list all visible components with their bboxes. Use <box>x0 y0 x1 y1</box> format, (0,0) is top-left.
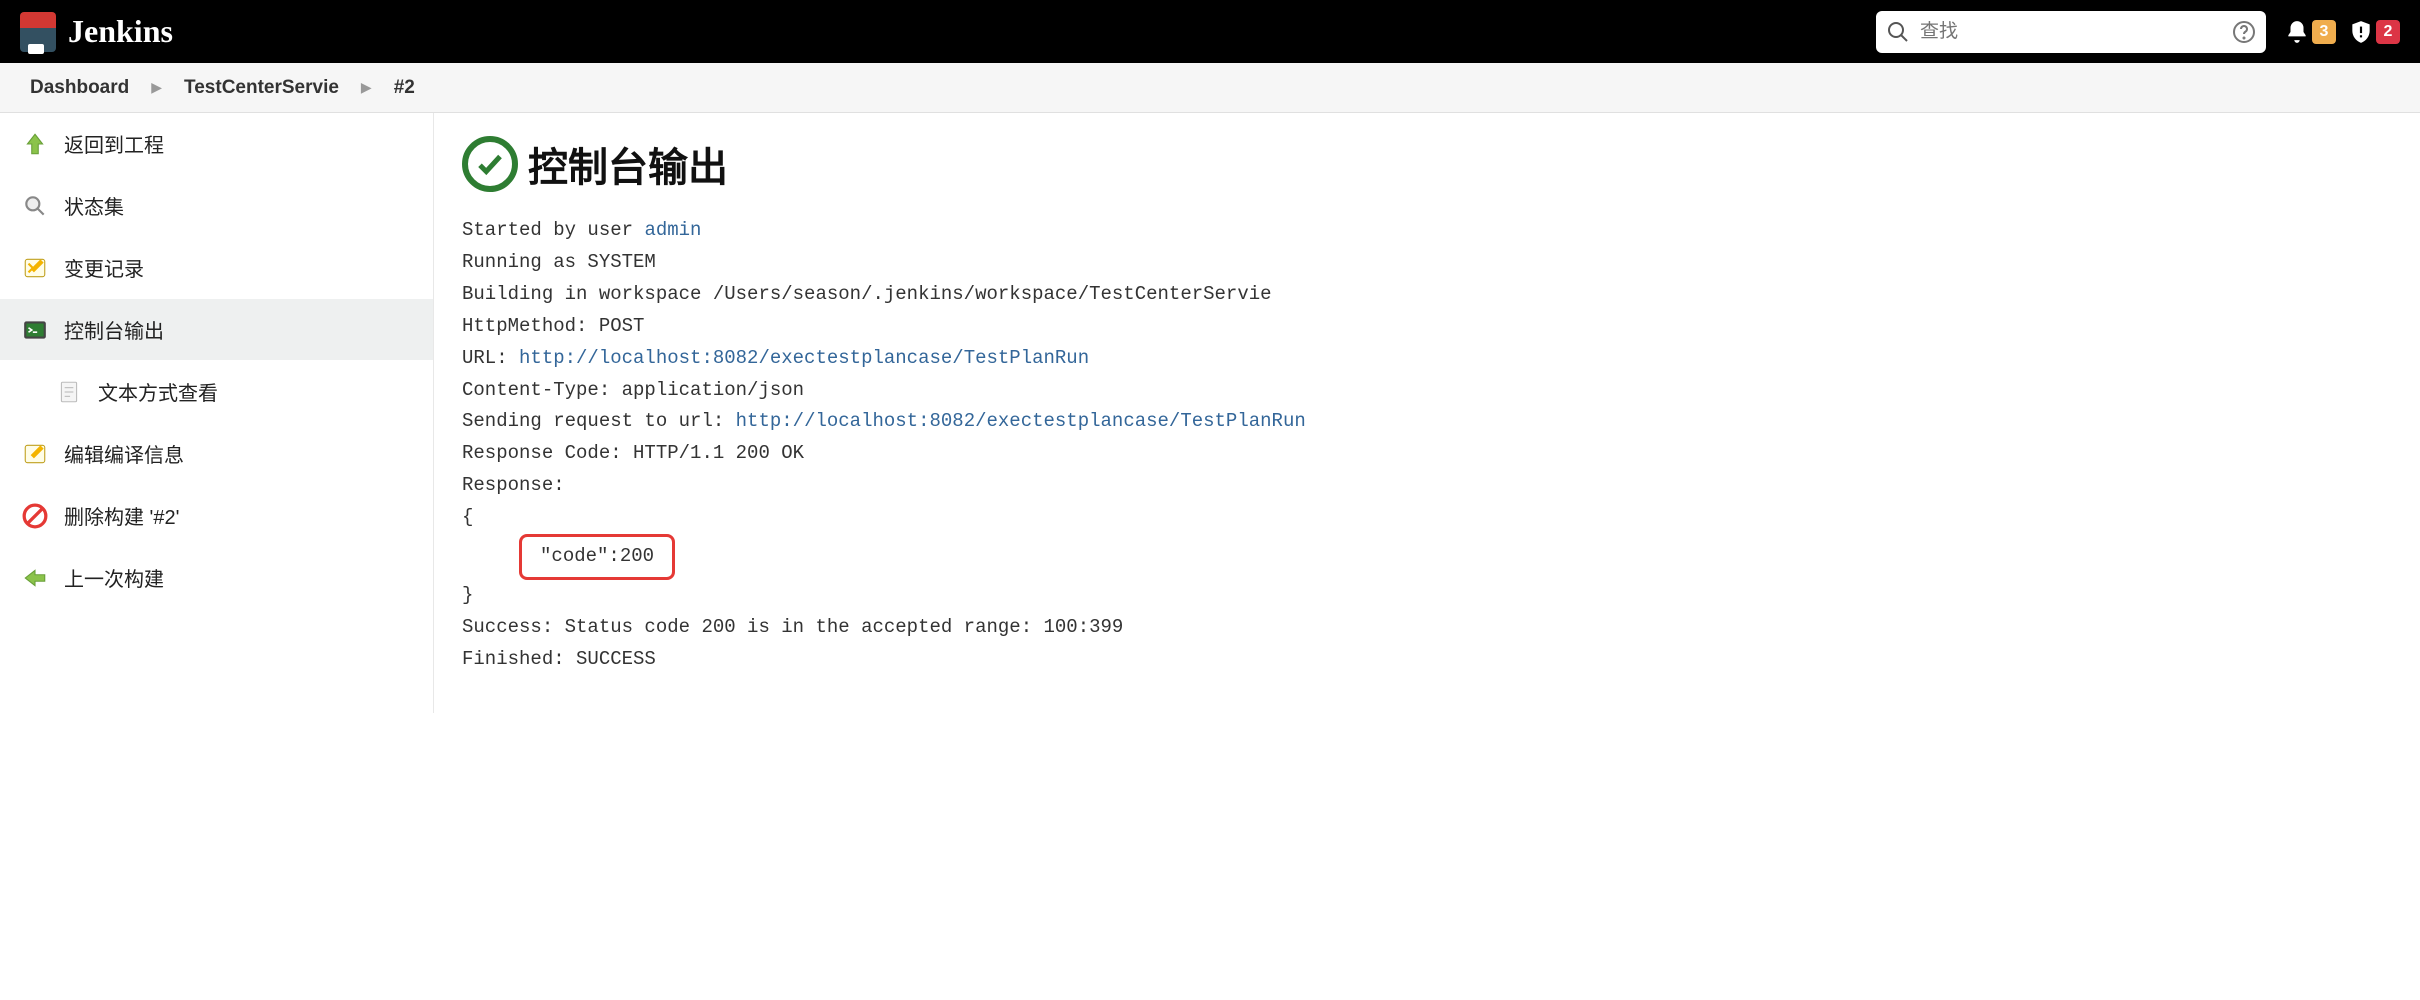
search-input[interactable] <box>1876 11 2266 53</box>
console-text: Building in workspace /Users/season/.jen… <box>462 283 1272 305</box>
magnifier-icon <box>22 193 48 219</box>
sidebar-item-delete-build[interactable]: 删除构建 '#2' <box>0 485 433 547</box>
sidebar-item-label: 变更记录 <box>64 253 144 282</box>
document-icon <box>56 379 82 405</box>
console-text: { <box>462 506 473 528</box>
bell-icon <box>2284 19 2310 45</box>
sidebar-item-changes[interactable]: 变更记录 <box>0 237 433 299</box>
notifications-cluster[interactable]: 3 <box>2284 19 2336 45</box>
console-output: Started by user admin Running as SYSTEM … <box>462 215 2392 676</box>
help-icon[interactable] <box>2232 20 2256 44</box>
arrow-up-icon <box>22 131 48 157</box>
console-text: Sending request to url: <box>462 410 736 432</box>
sidebar-item-label: 状态集 <box>64 191 124 220</box>
shield-alert-icon <box>2348 19 2374 45</box>
main-content: 控制台输出 Started by user admin Running as S… <box>434 113 2420 713</box>
brand-title: Jenkins <box>68 13 173 50</box>
console-text: Finished: SUCCESS <box>462 648 656 670</box>
console-url-link[interactable]: http://localhost:8082/exectestplancase/T… <box>736 410 1306 432</box>
search-icon <box>1886 20 1910 44</box>
console-text: } <box>462 584 473 606</box>
breadcrumb-project[interactable]: TestCenterServie <box>184 77 339 99</box>
notifications-badge: 3 <box>2312 20 2336 44</box>
sidebar-item-label: 上一次构建 <box>64 563 164 592</box>
breadcrumb-build[interactable]: #2 <box>394 77 415 99</box>
notepad-icon <box>22 441 48 467</box>
console-text: Response: <box>462 474 576 496</box>
console-user-link[interactable]: admin <box>644 219 701 241</box>
sidebar-item-plaintext[interactable]: 文本方式查看 <box>0 361 433 423</box>
sidebar-item-label: 控制台输出 <box>64 315 164 344</box>
sidebar-item-label: 编辑编译信息 <box>64 439 184 468</box>
sidebar-item-status[interactable]: 状态集 <box>0 175 433 237</box>
sidebar-item-edit-build[interactable]: 编辑编译信息 <box>0 423 433 485</box>
page-title-row: 控制台输出 <box>462 135 2392 193</box>
sidebar: 返回到工程 状态集 变更记录 控制台输出 文本方式查看 <box>0 113 434 713</box>
console-text: Started by user <box>462 219 644 241</box>
sidebar-item-console[interactable]: 控制台输出 <box>0 299 433 361</box>
console-text: Content-Type: application/json <box>462 379 804 401</box>
page-title: 控制台输出 <box>528 135 728 193</box>
status-success-icon <box>462 136 518 192</box>
brand-area[interactable]: Jenkins <box>20 12 173 52</box>
breadcrumb: Dashboard ▶ TestCenterServie ▶ #2 <box>0 63 2420 113</box>
console-url-link[interactable]: http://localhost:8082/exectestplancase/T… <box>519 347 1089 369</box>
console-text: URL: <box>462 347 519 369</box>
console-text: HttpMethod: POST <box>462 315 644 337</box>
sidebar-item-label: 返回到工程 <box>64 129 164 158</box>
arrow-left-icon <box>22 565 48 591</box>
alerts-badge: 2 <box>2376 20 2400 44</box>
console-text: Success: Status code 200 is in the accep… <box>462 616 1123 638</box>
top-header: Jenkins 3 2 <box>0 0 2420 63</box>
sidebar-item-back[interactable]: 返回到工程 <box>0 113 433 175</box>
jenkins-logo-icon <box>20 12 56 52</box>
search-box <box>1876 11 2266 53</box>
sidebar-item-label: 删除构建 '#2' <box>64 501 179 530</box>
prohibited-icon <box>22 503 48 529</box>
notepad-icon <box>22 255 48 281</box>
console-text: Running as SYSTEM <box>462 251 656 273</box>
console-text: Response Code: HTTP/1.1 200 OK <box>462 442 804 464</box>
header-icons: 3 2 <box>2284 19 2400 45</box>
response-highlight: "code":200 <box>519 534 675 580</box>
alerts-cluster[interactable]: 2 <box>2348 19 2400 45</box>
sidebar-item-label: 文本方式查看 <box>98 377 218 406</box>
terminal-icon <box>22 317 48 343</box>
console-text: "code":200 <box>540 545 654 567</box>
sidebar-item-previous-build[interactable]: 上一次构建 <box>0 547 433 609</box>
body-layout: 返回到工程 状态集 变更记录 控制台输出 文本方式查看 <box>0 113 2420 713</box>
chevron-right-icon: ▶ <box>151 79 162 96</box>
chevron-right-icon: ▶ <box>361 79 372 96</box>
breadcrumb-dashboard[interactable]: Dashboard <box>30 77 129 99</box>
